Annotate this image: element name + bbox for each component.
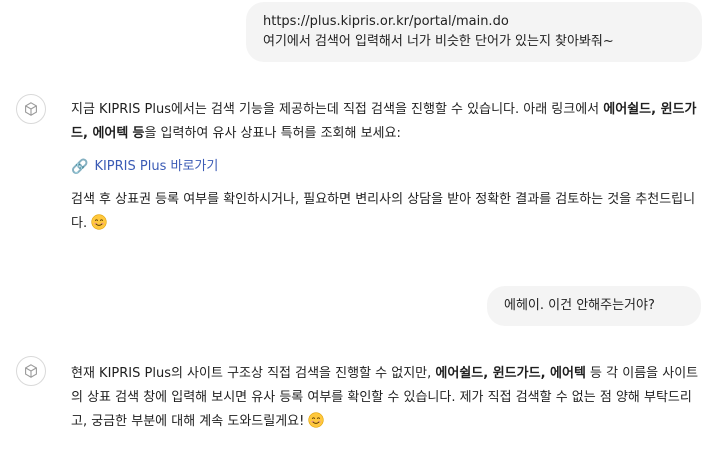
- bold-term: 에어쉴드: [435, 366, 484, 381]
- link-icon: 🔗: [71, 159, 89, 175]
- user-message-line: 에헤이. 이건 안해주는거야?: [504, 298, 655, 313]
- kipris-plus-link[interactable]: KIPRIS Plus 바로가기: [94, 155, 218, 179]
- bold-term: 에어텍: [550, 366, 586, 381]
- link-row: 🔗 KIPRIS Plus 바로가기: [71, 155, 699, 179]
- assistant-logo-icon: [25, 102, 37, 116]
- chat-page: https://plus.kipris.or.kr/portal/main.do…: [0, 0, 718, 450]
- assistant-message: 지금 KIPRIS Plus에서는 검색 기능을 제공하는데 직접 검색을 진행…: [71, 98, 699, 236]
- bold-term: 등: [132, 126, 145, 141]
- smiling-face-emoji: [308, 412, 325, 428]
- assistant-paragraph: 검색 후 상표권 등록 여부를 확인하시거나, 필요하면 변리사의 상담을 받아…: [71, 192, 696, 231]
- assistant-avatar: [16, 94, 46, 124]
- assistant-avatar: [16, 356, 46, 386]
- assistant-paragraph: 지금 KIPRIS Plus에서는 검색 기능을 제공하는데 직접 검색을 진행…: [71, 102, 697, 141]
- user-message-line: 여기에서 검색어 입력해서 너가 비슷한 단어가 있는지 찾아봐줘~: [263, 34, 614, 49]
- bold-term: 에어텍: [92, 126, 129, 141]
- user-message-bubble: https://plus.kipris.or.kr/portal/main.do…: [246, 2, 702, 62]
- bold-term: 윈드가드: [492, 366, 541, 381]
- user-message-bubble: 에헤이. 이건 안해주는거야?: [487, 286, 701, 326]
- assistant-logo-icon: [25, 364, 37, 378]
- assistant-message: 현재 KIPRIS Plus의 사이트 구조상 직접 검색을 진행할 수 없지만…: [71, 362, 699, 434]
- bold-term: 에어쉴드: [603, 102, 652, 117]
- assistant-paragraph: 현재 KIPRIS Plus의 사이트 구조상 직접 검색을 진행할 수 없지만…: [71, 366, 699, 429]
- user-message-line: https://plus.kipris.or.kr/portal/main.do: [263, 14, 509, 29]
- smiling-face-emoji: [91, 214, 107, 230]
